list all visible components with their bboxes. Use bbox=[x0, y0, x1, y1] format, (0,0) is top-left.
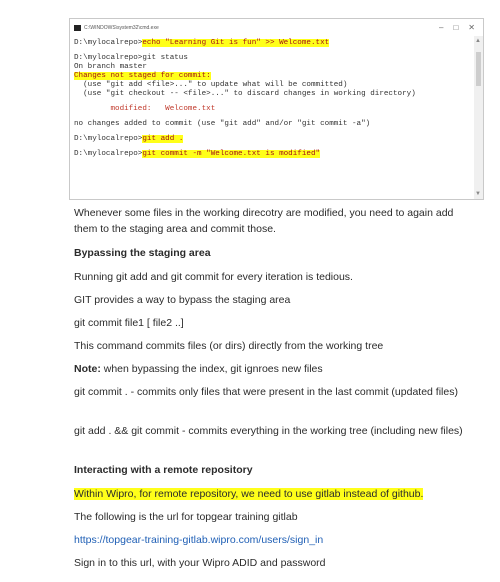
paragraph: Sign in to this url, with your Wipro ADI… bbox=[74, 557, 326, 569]
scrollbar-thumb[interactable] bbox=[476, 52, 481, 86]
scroll-up-icon[interactable]: ▲ bbox=[475, 38, 481, 44]
highlighted-command: echo "Learning Git is fun" >> Welcome.tx… bbox=[142, 39, 330, 47]
paragraph: git commit file1 [ file2 ..] bbox=[74, 317, 184, 329]
paragraph: Running git add and git commit for every… bbox=[74, 271, 353, 283]
terminal-scrollbar[interactable]: ▲ ▼ bbox=[474, 36, 483, 199]
highlight-text: Within Wipro, for remote repository, we … bbox=[74, 488, 424, 500]
section-heading: Interacting with a remote repository bbox=[74, 464, 253, 476]
paragraph: Whenever some files in the working direc… bbox=[74, 207, 454, 235]
highlighted-command: git add . bbox=[142, 135, 184, 143]
paragraph: GIT provides a way to bypass the staging… bbox=[74, 294, 291, 306]
section-heading: Bypassing the staging area bbox=[74, 247, 211, 259]
cmd-icon bbox=[74, 24, 81, 31]
note-text: when bypassing the index, git ignroes ne… bbox=[100, 363, 323, 375]
note-paragraph: Note: when bypassing the index, git ignr… bbox=[74, 362, 474, 378]
terminal-line: Changes not staged for commit: bbox=[74, 72, 471, 81]
close-icon[interactable]: ✕ bbox=[468, 23, 475, 32]
gitlab-link[interactable]: https://topgear-training-gitlab.wipro.co… bbox=[74, 533, 474, 549]
paragraph: git commit . - commits only files that w… bbox=[74, 386, 458, 398]
terminal-line-modified: modified: Welcome.txt bbox=[74, 105, 216, 113]
highlighted-command: git commit -m "Welcome.txt is modified" bbox=[142, 150, 321, 158]
terminal-line: (use "git checkout -- <file>..." to disc… bbox=[74, 90, 416, 98]
paragraph: The following is the url for topgear tra… bbox=[74, 511, 298, 523]
terminal-title: C:\WINDOWS\system32\cmd.exe bbox=[84, 24, 159, 31]
scroll-down-icon[interactable]: ▼ bbox=[475, 191, 481, 197]
terminal-output: D:\mylocalrepo>echo "Learning Git is fun… bbox=[74, 39, 471, 159]
highlighted-paragraph: Within Wipro, for remote repository, we … bbox=[74, 487, 474, 503]
terminal-line: D:\mylocalrepo>git status bbox=[74, 54, 188, 62]
terminal-line: On branch master bbox=[74, 63, 147, 71]
window-controls: – □ ✕ bbox=[439, 23, 475, 32]
note-label: Note: bbox=[74, 363, 101, 375]
terminal-line: D:\mylocalrepo>echo "Learning Git is fun… bbox=[74, 39, 330, 47]
paragraph: git add . && git commit - commits everyt… bbox=[74, 425, 463, 437]
terminal-screenshot: C:\WINDOWS\system32\cmd.exe – □ ✕ ▲ ▼ D:… bbox=[69, 18, 484, 200]
paragraph: This command commits files (or dirs) dir… bbox=[74, 340, 384, 352]
maximize-icon[interactable]: □ bbox=[453, 23, 458, 32]
terminal-line: D:\mylocalrepo>git add . bbox=[74, 135, 184, 143]
highlighted-output: Changes not staged for commit: bbox=[74, 72, 211, 80]
terminal-line: (use "git add <file>..." to update what … bbox=[74, 81, 348, 89]
terminal-titlebar: C:\WINDOWS\system32\cmd.exe – □ ✕ bbox=[70, 19, 483, 36]
minimize-icon[interactable]: – bbox=[439, 23, 443, 32]
terminal-line: D:\mylocalrepo>git commit -m "Welcome.tx… bbox=[74, 150, 321, 158]
terminal-line: no changes added to commit (use "git add… bbox=[74, 120, 371, 128]
